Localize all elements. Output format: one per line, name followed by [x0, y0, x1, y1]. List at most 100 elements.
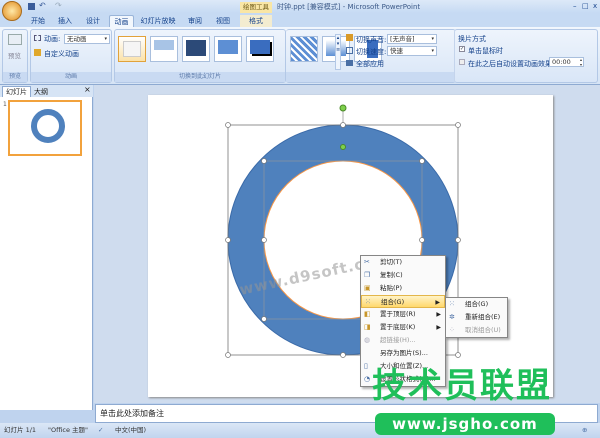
animation-group: 动画: 无动画 ▾ 自定义动画 动画 [30, 29, 112, 83]
auto-after-checkbox[interactable] [459, 59, 465, 65]
tab-design[interactable]: 设计 [82, 15, 104, 27]
auto-after-label: 在此之后自动设置动画效果: [468, 60, 555, 68]
ring-shape[interactable] [148, 95, 553, 397]
ribbon: 预览 预览 动画: 无动画 ▾ 自定义动画 动画 切换到此幻灯片 ▴ ▾ ≡ 切换声音… [0, 27, 600, 85]
animation-select[interactable]: 无动画 ▾ [64, 34, 110, 44]
sound-icon [346, 34, 353, 41]
menu-item-copy[interactable]: ❐ 复制(C) [361, 269, 445, 282]
size-icon: ▯ [364, 362, 368, 370]
custom-animation-icon [34, 49, 41, 56]
speed-select[interactable]: 快速 ▾ [387, 46, 437, 56]
hyperlink-icon: ◍ [364, 336, 371, 344]
group-submenu: ⁙ 组合(G) ✲ 重新组合(E) ⁘ 取消组合(U) [445, 297, 508, 338]
menu-item-paste[interactable]: ▣ 粘贴(P) [361, 282, 445, 295]
undo-icon[interactable]: ↶ [39, 1, 46, 10]
scissors-icon: ✂ [364, 258, 370, 266]
tab-review[interactable]: 审阅 [184, 15, 206, 27]
context-tool-label: 绘图工具 [240, 2, 272, 13]
tab-animation[interactable]: 动画 [109, 15, 134, 27]
minimize-button[interactable]: – [573, 2, 577, 10]
transition-cut-black[interactable] [246, 36, 274, 62]
menu-label: 置于底层(K) [380, 323, 416, 331]
animation-select-value: 无动画 [67, 35, 87, 43]
ungroup-icon: ⁘ [449, 326, 455, 334]
tab-format[interactable]: 格式 [240, 15, 272, 27]
brand-watermark: 技术员联盟 [372, 366, 552, 406]
rotation-handle [339, 104, 347, 112]
save-icon[interactable] [28, 3, 35, 10]
group-icon: ⁙ [449, 300, 455, 308]
redo-icon[interactable]: ↷ [55, 1, 62, 10]
preview-button[interactable]: 预览 [8, 50, 21, 60]
animation-label: 动画: [44, 35, 61, 43]
maximize-button[interactable]: □ [582, 2, 589, 10]
zoom-in-button[interactable]: ⊕ [582, 423, 587, 438]
url-watermark: www.jsgho.com [375, 413, 555, 435]
menu-item-bring-to-front[interactable]: ◧ 置于顶层(R) ▶ [361, 308, 445, 321]
office-button[interactable] [2, 1, 22, 21]
transition-dissolve[interactable] [290, 36, 318, 62]
menu-item-save-as-picture[interactable]: 另存为图片(S)... [361, 347, 445, 360]
menu-label: 重新组合(E) [465, 313, 501, 321]
transition-fade-black[interactable] [182, 36, 210, 62]
menu-label: 组合(G) [465, 300, 489, 308]
menu-item-cut[interactable]: ✂ 剪切(T) [361, 256, 445, 269]
sound-select[interactable]: [无声音] ▾ [387, 34, 437, 44]
transition-none[interactable] [118, 36, 146, 62]
auto-after-time[interactable]: 00:00 ▴ ▾ [549, 57, 584, 67]
on-click-checkbox[interactable]: ✓ [459, 46, 465, 52]
dropdown-arrow-icon: ▾ [431, 36, 434, 42]
slides-pane: 1 [0, 97, 93, 410]
menu-label: 组合(G) [381, 298, 405, 306]
advance-title: 换片方式 [458, 35, 486, 43]
menu-label: 取消组合(U) [465, 326, 501, 334]
tab-insert[interactable]: 插入 [54, 15, 76, 27]
transition-group-2: ▴ ▾ ≡ 切换声音: [无声音] ▾ 切换速度: 快速 ▾ 全部应用 [286, 29, 456, 83]
title-bar: ↶ ↷ 绘图工具 时钟.ppt [兼容模式] - Microsoft Power… [0, 0, 600, 21]
close-pane-button[interactable]: × [84, 85, 91, 94]
transition-cut[interactable] [214, 36, 242, 62]
custom-animation-button[interactable]: 自定义动画 [44, 49, 79, 59]
apply-all-button[interactable]: 全部应用 [356, 59, 384, 69]
tab-view[interactable]: 视图 [212, 15, 234, 27]
tab-slides[interactable]: 幻灯片 [2, 86, 31, 97]
dropdown-arrow-icon: ▾ [104, 36, 107, 42]
preview-group-label: 预览 [3, 72, 27, 82]
spinner-icon[interactable]: ▴ ▾ [580, 57, 582, 67]
menu-item-send-to-back[interactable]: ◨ 置于底层(K) ▶ [361, 321, 445, 334]
submenu-item-regroup[interactable]: ✲ 重新组合(E) [446, 311, 507, 324]
transition-group-label: 切换到此幻灯片 [115, 72, 285, 82]
slide-canvas[interactable]: www.d9soft.com [148, 95, 553, 397]
thumbnail-ring [31, 109, 65, 143]
apply-all-icon [346, 60, 353, 66]
gallery-scroll[interactable]: ▴ ▾ ≡ [335, 34, 341, 70]
dropdown-arrow-icon: ▾ [431, 48, 434, 54]
group-icon: ⁙ [365, 298, 371, 306]
window-title: 时钟.ppt [兼容模式] - Microsoft PowerPoint [277, 3, 421, 11]
submenu-item-group[interactable]: ⁙ 组合(G) [446, 298, 507, 311]
tab-slideshow[interactable]: 幻灯片放映 [138, 15, 178, 27]
transition-fade[interactable] [150, 36, 178, 62]
slide-number: 1 [3, 101, 7, 108]
language: 中文(中国) [115, 426, 147, 434]
rotation-handle-inner [340, 144, 346, 150]
menu-item-group[interactable]: ⁙ 组合(G) ▶ [361, 295, 445, 308]
tab-home[interactable]: 开始 [27, 15, 49, 27]
transition-group: 切换到此幻灯片 [114, 29, 286, 83]
menu-label: 剪切(T) [380, 258, 403, 266]
spellcheck-icon[interactable]: ✓ [98, 423, 103, 438]
tab-outline[interactable]: 大纲 [34, 87, 48, 97]
sound-select-value: [无声音] [390, 35, 415, 43]
close-button[interactable]: x [593, 2, 597, 10]
sound-label: 切换声音: [356, 36, 387, 44]
on-click-label: 单击鼠标时 [468, 47, 503, 55]
preview-icon[interactable] [8, 34, 22, 45]
notes-placeholder: 单击此处添加备注 [100, 409, 164, 418]
animation-group-label: 动画 [31, 72, 111, 82]
menu-label: 置于顶层(R) [380, 310, 416, 318]
menu-item-hyperlink: ◍ 超链接(H)... [361, 334, 445, 347]
menu-label: 粘贴(P) [380, 284, 402, 292]
slide-thumbnail[interactable] [8, 100, 82, 156]
speed-select-value: 快速 [390, 47, 403, 55]
bring-front-icon: ◧ [364, 310, 371, 318]
